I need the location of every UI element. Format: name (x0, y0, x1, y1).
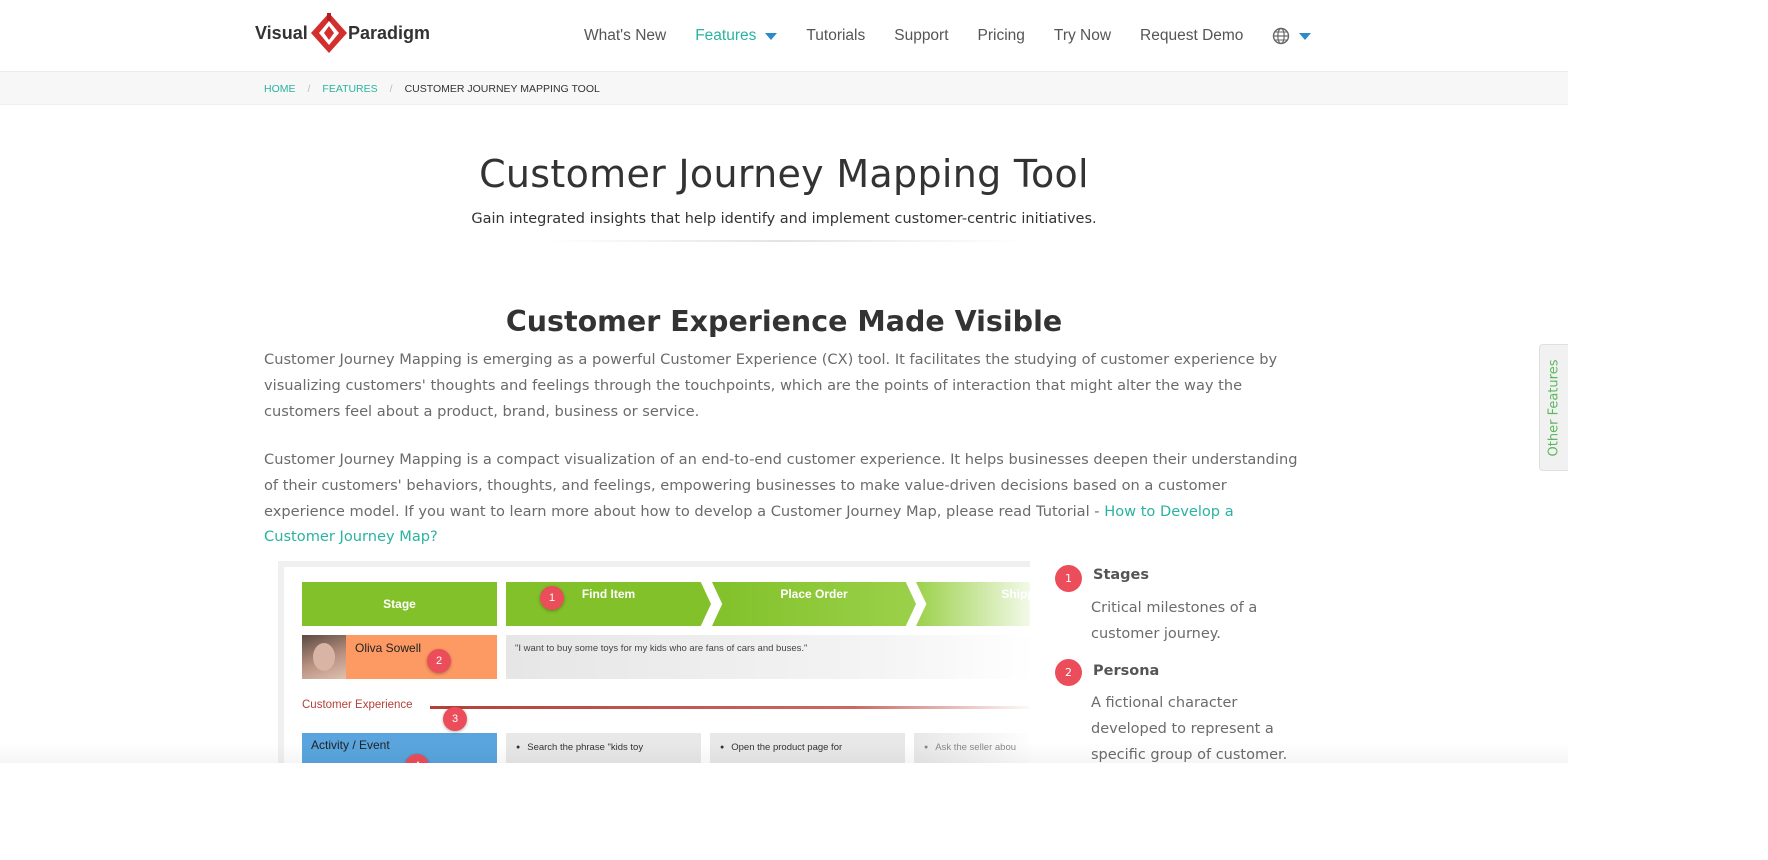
breadcrumb-bar: HOME / FEATURES / CUSTOMER JOURNEY MAPPI… (0, 72, 1568, 105)
other-features-label: Other Features (1546, 359, 1562, 456)
top-navigation-bar: Visual Paradigm What's New Features Tuto… (0, 0, 1568, 72)
stage-chevron: Find Item (506, 582, 711, 626)
persona-quote: "I want to buy some toys for my kids who… (506, 635, 1030, 679)
intro-paragraph: Customer Journey Mapping is emerging as … (264, 351, 1278, 420)
visual-paradigm-logo[interactable]: Visual Paradigm (255, 12, 435, 56)
nav-request-demo[interactable]: Request Demo (1140, 27, 1243, 45)
nav-support[interactable]: Support (894, 27, 948, 45)
chevron-down-icon (765, 32, 778, 40)
title-divider (544, 240, 1024, 242)
persona-cell: Oliva Sowell (302, 635, 497, 679)
nav-whats-new[interactable]: What's New (584, 27, 666, 45)
callout-badge: 2 (427, 649, 451, 673)
nav-try-now[interactable]: Try Now (1054, 27, 1111, 45)
nav-tutorials[interactable]: Tutorials (806, 27, 865, 45)
callout-badge: 1 (540, 586, 564, 610)
avatar (302, 635, 346, 679)
globe-icon (1273, 27, 1290, 45)
activity-header-cell: Activity / Event (302, 733, 497, 763)
legend-description: A fictional character developed to repre… (1091, 695, 1288, 763)
legend-title: Stages (1093, 567, 1150, 583)
section-title: Customer Experience Made Visible (505, 305, 1063, 338)
callout-badge: 3 (443, 707, 467, 731)
logo-diamond-icon (311, 13, 347, 53)
breadcrumb-current: CUSTOMER JOURNEY MAPPING TOOL (404, 83, 600, 95)
logo-text-left: Visual (255, 23, 308, 43)
breadcrumb-separator: / (389, 83, 393, 95)
activity-card: Ask the seller abou (914, 733, 1030, 763)
customer-experience-label: Customer Experience (302, 699, 413, 711)
stage-chevron: Place Order (712, 582, 916, 626)
nav-features-label: Features (695, 27, 757, 44)
nav-pricing[interactable]: Pricing (978, 27, 1025, 45)
breadcrumb-home[interactable]: HOME (264, 83, 296, 95)
activity-card: Search the phrase "kids toy (506, 733, 701, 763)
breadcrumb: HOME / FEATURES / CUSTOMER JOURNEY MAPPI… (264, 83, 600, 95)
chevron-down-icon (1299, 32, 1312, 40)
persona-name: Oliva Sowell (355, 641, 422, 655)
legend-title: Persona (1093, 663, 1160, 679)
logo-text-right: Paradigm (348, 23, 431, 43)
detail-paragraph: Customer Journey Mapping is a compact vi… (264, 447, 1309, 550)
journey-map-diagram: Stage Find Item Place Order Shippi Oliva… (278, 561, 1030, 763)
legend-badge: 2 (1055, 659, 1082, 686)
legend-description: Critical milestones of a customer journe… (1091, 600, 1258, 642)
page-subtitle: Gain integrated insights that help ident… (471, 211, 1097, 227)
activity-card: Open the product page for (710, 733, 905, 763)
page-title: Customer Journey Mapping Tool (479, 152, 1089, 196)
customer-experience-line (430, 706, 1030, 709)
main-nav: What's New Features Tutorials Support Pr… (584, 0, 1340, 72)
other-features-tab[interactable]: Other Features (1539, 344, 1568, 471)
stage-header-cell: Stage (302, 582, 497, 626)
breadcrumb-separator: / (307, 83, 311, 95)
legend-badge: 1 (1055, 565, 1082, 592)
language-selector[interactable] (1272, 27, 1312, 45)
nav-features[interactable]: Features (695, 27, 778, 45)
breadcrumb-features[interactable]: FEATURES (322, 83, 377, 95)
stage-chevron: Shippi (916, 582, 1030, 626)
